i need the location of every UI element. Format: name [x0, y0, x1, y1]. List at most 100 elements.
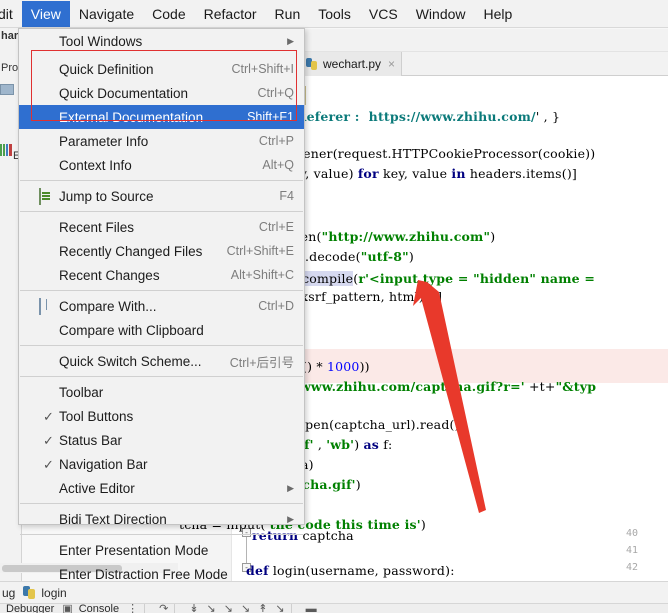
left-strip-label-chart: har: [1, 30, 19, 42]
menu-item-toolbar[interactable]: Toolbar: [19, 380, 304, 404]
menu-item-label: Bidi Text Direction: [59, 511, 167, 527]
menu-item-label: Tool Buttons: [59, 408, 134, 424]
menu-tools[interactable]: Tools: [309, 1, 360, 27]
menu-item-recent-files[interactable]: Recent Files Ctrl+E: [19, 215, 304, 239]
menu-item-context-info[interactable]: Context Info Alt+Q: [19, 153, 304, 177]
menu-item-shortcut: Ctrl+Shift+I: [231, 62, 294, 76]
menu-separator: [20, 503, 303, 504]
menu-separator: [20, 345, 303, 346]
menu-item-label: Enter Presentation Mode: [59, 542, 209, 558]
debug-toolbar: Debugger ▣ Console ⋮ ↷ ↡ ↘ ↘ ↘ ↟ ↘ ▬: [0, 603, 668, 613]
menu-item-label: Recent Changes: [59, 267, 160, 283]
menu-item-label: Navigation Bar: [59, 456, 148, 472]
run-configuration-name[interactable]: login: [41, 586, 66, 600]
close-icon[interactable]: ×: [388, 58, 395, 70]
menu-item-shortcut: Ctrl+D: [258, 299, 294, 313]
step-into-icon[interactable]: ↡: [189, 604, 198, 613]
menu-item-navigation-bar[interactable]: ✓ Navigation Bar: [19, 452, 304, 476]
menu-item-shortcut: Alt+Shift+C: [230, 268, 294, 282]
menu-edit[interactable]: dit: [0, 1, 22, 27]
menu-item-label: Quick Definition: [59, 61, 154, 77]
menu-item-shortcut: Ctrl+P: [258, 134, 294, 148]
menu-separator: [20, 180, 303, 181]
menu-item-bidi-text-direction[interactable]: Bidi Text Direction ▶: [19, 507, 304, 531]
menu-item-label: Active Editor: [59, 480, 135, 496]
submenu-arrow-icon: ▶: [287, 482, 294, 493]
menu-item-quick-definition[interactable]: Quick Definition Ctrl+Shift+I: [19, 57, 304, 81]
toolbar-divider: [144, 604, 146, 613]
run-to-cursor-icon[interactable]: ↘: [241, 604, 250, 613]
smart-step-icon[interactable]: ↘: [275, 604, 284, 613]
menu-help[interactable]: Help: [475, 1, 522, 27]
checkmark-icon: ✓: [43, 457, 54, 472]
submenu-arrow-icon: ▶: [287, 513, 294, 524]
menu-item-shortcut: Ctrl+后引号: [229, 355, 294, 370]
menu-vcs[interactable]: VCS: [360, 1, 407, 27]
menu-separator: [20, 534, 303, 535]
structure-icon: [0, 144, 12, 156]
menu-item-shortcut: F4: [279, 189, 294, 203]
menu-item-status-bar[interactable]: ✓ Status Bar: [19, 428, 304, 452]
menu-item-active-editor[interactable]: Active Editor ▶: [19, 476, 304, 500]
menu-item-label: Toolbar: [59, 384, 104, 400]
tab-wechart-py[interactable]: wechart.py ×: [300, 52, 403, 76]
tab-debugger[interactable]: Debugger: [6, 604, 54, 613]
step-over-icon[interactable]: ↷: [159, 604, 168, 613]
menu-item-label: Enter Distraction Free Mode: [59, 566, 228, 582]
editor-tab-bar: wechart.py ×: [300, 52, 668, 76]
menu-separator: [20, 290, 303, 291]
menu-item-tool-buttons[interactable]: ✓ Tool Buttons: [19, 404, 304, 428]
pycharm-window: har Pro E wechart.py × 40 41 42 - - ▸ ▸ …: [0, 0, 668, 613]
submenu-arrow-icon: ▶: [287, 35, 294, 46]
menu-item-recently-changed-files[interactable]: Recently Changed Files Ctrl+Shift+E: [19, 239, 304, 263]
menu-item-parameter-info[interactable]: Parameter Info Ctrl+P: [19, 129, 304, 153]
menu-item-label: Recent Files: [59, 219, 135, 235]
menu-item-label: Status Bar: [59, 432, 123, 448]
toolbar-divider: [174, 604, 176, 613]
menu-item-label: Quick Switch Scheme...: [59, 353, 202, 369]
menu-item-quick-documentation[interactable]: Quick Documentation Ctrl+Q: [19, 81, 304, 105]
menu-code[interactable]: Code: [143, 1, 194, 27]
menu-item-shortcut: Shift+F1: [247, 110, 294, 124]
menu-item-jump-to-source[interactable]: Jump to Source F4: [19, 184, 304, 208]
menu-refactor[interactable]: Refactor: [195, 1, 266, 27]
menu-item-label: Context Info: [59, 157, 132, 173]
console-icon: ▣: [62, 603, 73, 613]
menu-item-label: Compare with Clipboard: [59, 322, 204, 338]
menu-item-recent-changes[interactable]: Recent Changes Alt+Shift+C: [19, 263, 304, 287]
toolbar-divider: [290, 604, 292, 613]
menu-navigate[interactable]: Navigate: [70, 1, 143, 27]
tab-label: wechart.py: [323, 57, 382, 71]
menu-item-quick-switch-scheme[interactable]: Quick Switch Scheme... Ctrl+后引号: [19, 349, 304, 373]
menu-separator: [20, 376, 303, 377]
step-out-icon[interactable]: ↘: [224, 604, 233, 613]
menu-window[interactable]: Window: [407, 1, 475, 27]
project-tree-icon: [0, 84, 14, 95]
evaluate-icon[interactable]: ↟: [258, 604, 267, 613]
mute-breakpoints-icon[interactable]: ▬: [306, 604, 317, 613]
menu-item-enter-presentation-mode[interactable]: Enter Presentation Mode: [19, 538, 304, 562]
left-strip-label-project[interactable]: Pro: [1, 62, 18, 74]
menu-item-shortcut: Ctrl+Shift+E: [226, 244, 294, 258]
force-step-into-icon[interactable]: ↘: [207, 604, 216, 613]
menu-item-label: Compare With...: [59, 298, 157, 314]
checkmark-icon: ✓: [43, 409, 54, 424]
tab-console[interactable]: Console: [79, 604, 119, 613]
menu-item-shortcut: Alt+Q: [262, 158, 294, 172]
menu-item-compare-with-clipboard[interactable]: Compare with Clipboard: [19, 318, 304, 342]
menu-separator: [20, 211, 303, 212]
debug-tool-window-header: ug login: [0, 581, 668, 603]
menu-item-external-documentation[interactable]: External Documentation Shift+F1: [19, 105, 304, 129]
menu-item-tool-windows[interactable]: Tool Windows ▶: [19, 29, 304, 53]
menu-item-label: Parameter Info: [59, 133, 149, 149]
menu-item-shortcut: Ctrl+Q: [257, 86, 294, 100]
menu-item-label: External Documentation: [59, 109, 204, 125]
menu-item-label: Jump to Source: [59, 188, 154, 204]
menu-run[interactable]: Run: [266, 1, 310, 27]
view-menu-dropdown[interactable]: Tool Windows ▶ Quick Definition Ctrl+Shi…: [18, 28, 305, 606]
menu-item-label: Tool Windows: [59, 33, 143, 49]
menu-item-compare-with[interactable]: Compare With... Ctrl+D: [19, 294, 304, 318]
settings-icon[interactable]: ⋮: [127, 604, 138, 613]
menu-view[interactable]: View: [21, 0, 70, 27]
checkmark-icon: ✓: [43, 433, 54, 448]
